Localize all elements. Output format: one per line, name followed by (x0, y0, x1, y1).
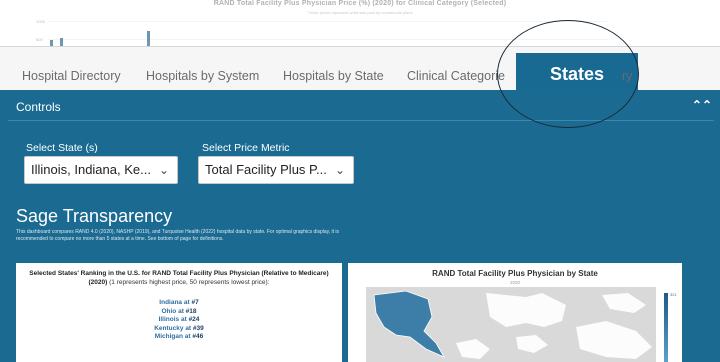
ranking-rank: #7 (191, 299, 199, 306)
ranking-at: at (178, 307, 184, 315)
top-chart-strip: RAND Total Facility Plus Physician Price… (0, 0, 720, 46)
ranking-title-rest: (1 represents highest price, 50 represen… (109, 279, 270, 286)
ranking-state: Michigan (154, 333, 183, 340)
ranking-panel: Selected States' Ranking in the U.S. for… (16, 263, 342, 362)
ranking-rank: #24 (188, 316, 200, 323)
ranking-at: at (185, 324, 192, 332)
ranking-item[interactable]: Ohio at #18 (16, 308, 342, 317)
metric-select-label: Select Price Metric (202, 142, 290, 154)
ranking-at: at (184, 333, 191, 340)
ranking-item[interactable]: Indiana at #7 (16, 299, 342, 308)
tab-clinical-categories[interactable]: Clinical Categorie (407, 69, 505, 83)
ranking-state: Ohio (161, 307, 177, 315)
tab-partial[interactable]: ry (622, 69, 632, 83)
map-title: RAND Total Facility Plus Physician by St… (432, 269, 598, 278)
map-legend-max: 321 (670, 292, 677, 297)
map-year: 2020 (509, 280, 520, 285)
state-map[interactable] (366, 287, 656, 362)
ranking-title: Selected States' Ranking in the U.S. for… (24, 269, 334, 287)
tab-states[interactable]: States (516, 53, 638, 91)
ranking-state: Indiana (159, 299, 183, 306)
tab-bar: Hospital Directory Hospitals by System H… (0, 46, 720, 91)
ranking-item[interactable]: Illinois at #24 (16, 316, 342, 325)
sage-transparency-title: Sage Transparency (16, 206, 173, 226)
controls-title: Controls (16, 100, 61, 114)
ranking-state: Illinois (158, 316, 180, 323)
ranking-at: at (180, 316, 187, 323)
double-chevron-up-icon[interactable]: ⌃⌃ (692, 98, 712, 112)
ranking-rank: #39 (192, 324, 204, 332)
dashboard-panel: Controls ⌃⌃ Select State (s) Illinois, I… (0, 90, 720, 362)
state-select[interactable]: Illinois, Indiana, Ke... ⌄ (24, 156, 178, 184)
ranking-rank: #46 (192, 333, 204, 340)
map-legend-bar (664, 293, 668, 362)
ranking-item[interactable]: Michigan at #46 (16, 333, 342, 342)
ranking-at: at (183, 299, 190, 306)
sage-description: This dashboard compares RAND 4.0 (2020),… (16, 229, 340, 242)
tab-hospitals-by-state[interactable]: Hospitals by State (283, 69, 384, 83)
tab-hospitals-by-system[interactable]: Hospitals by System (146, 69, 259, 83)
ranking-state: Kentucky (154, 324, 184, 332)
controls-divider (8, 120, 714, 121)
tab-hospital-directory[interactable]: Hospital Directory (22, 69, 121, 83)
price-metric-select[interactable]: Total Facility Plus P... ⌄ (198, 156, 354, 184)
ranking-list: Indiana at #7 Ohio at #18 Illinois at #2… (16, 299, 342, 342)
state-select-value: Illinois, Indiana, Ke... (31, 162, 151, 177)
state-select-label: Select State (s) (26, 142, 98, 154)
page: RAND Total Facility Plus Physician Price… (0, 0, 720, 362)
chevron-down-icon: ⌄ (334, 163, 345, 177)
ranking-rank: #18 (185, 307, 197, 315)
chevron-down-icon: ⌄ (158, 163, 169, 177)
price-metric-select-value: Total Facility Plus P... (205, 162, 327, 177)
state-map-panel: RAND Total Facility Plus Physician by St… (348, 263, 682, 362)
ranking-item[interactable]: Kentucky at #39 (16, 325, 342, 334)
